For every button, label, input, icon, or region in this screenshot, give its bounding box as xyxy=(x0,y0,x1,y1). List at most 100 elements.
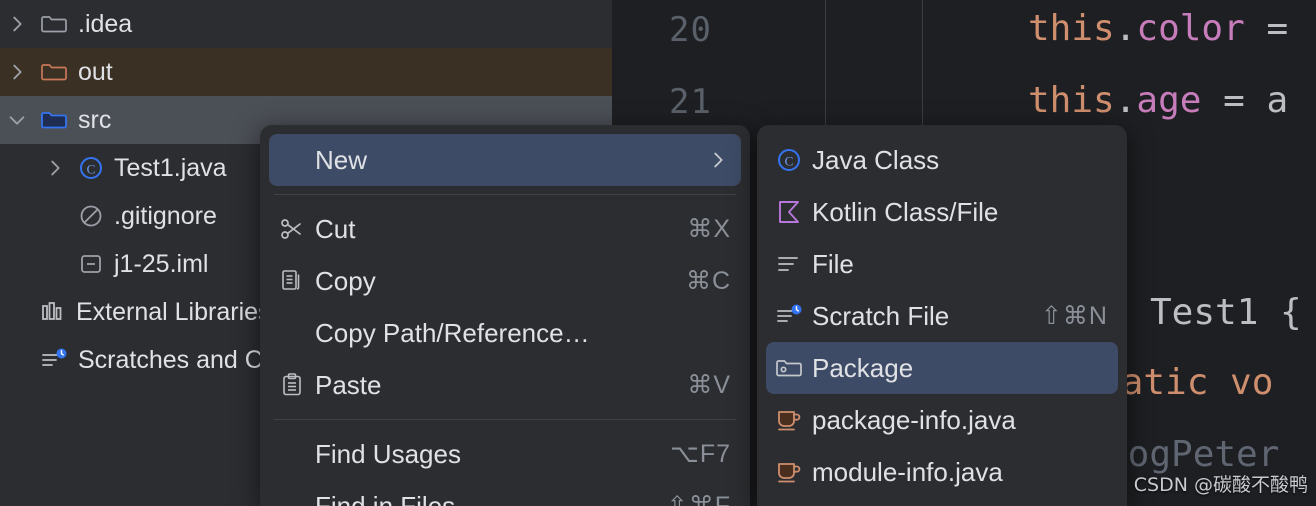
code-token: dogPeter xyxy=(1106,434,1280,475)
menu-item-kotlin-class-file[interactable]: Kotlin Class/File xyxy=(766,186,1118,238)
code-token: this xyxy=(1028,80,1115,121)
package-icon xyxy=(775,356,803,380)
java-class-icon: C xyxy=(78,155,104,181)
menu-item-shortcut: ⌘C xyxy=(685,267,731,295)
context-menu[interactable]: New Cut ⌘X Copy ⌘C Copy Path/Reference… Paste ⌘… xyxy=(260,125,750,506)
menu-item-shortcut: ⇧⌘F xyxy=(666,492,731,506)
folder-blue-icon xyxy=(40,108,68,132)
chevron-right-icon[interactable] xyxy=(44,157,66,179)
java-cup-icon-slot xyxy=(766,407,812,433)
menu-item-file[interactable]: File xyxy=(766,238,1118,290)
gitignore-icon xyxy=(78,203,104,229)
menu-item-find-usages[interactable]: Find Usages ⌥F7 xyxy=(269,428,741,480)
scratch-file-icon xyxy=(775,303,803,329)
clipboard-icon xyxy=(279,372,305,398)
tree-item-out[interactable]: out xyxy=(0,48,612,96)
menu-separator xyxy=(274,194,736,195)
menu-item-find-in-files[interactable]: Find in Files ⇧⌘F xyxy=(269,480,741,506)
copy-icon-slot xyxy=(269,268,315,294)
menu-item-package[interactable]: Package xyxy=(766,342,1118,394)
java-cup-icon-slot xyxy=(766,459,812,485)
svg-text:C: C xyxy=(785,154,794,169)
menu-item-label: Package xyxy=(812,352,914,383)
menu-item-new[interactable]: New xyxy=(269,134,741,186)
ide-window: 20 21 this.color = this.age = a Test1 {tat… xyxy=(0,0,1316,506)
code-token: . xyxy=(1114,8,1137,49)
menu-item-label: Scratch File xyxy=(812,300,950,331)
arrow-placeholder xyxy=(44,205,66,227)
chevron-down-icon[interactable] xyxy=(6,109,28,131)
menu-item-label: New xyxy=(315,144,368,175)
tree-item-label: External Libraries xyxy=(76,297,271,326)
menu-item-shortcut: ⌘X xyxy=(687,215,731,243)
scratch-file-icon-slot xyxy=(766,303,812,329)
svg-text:C: C xyxy=(87,162,96,177)
code-token: = xyxy=(1244,8,1289,49)
menu-item-label: Cut xyxy=(315,213,356,244)
submenu-arrow-icon[interactable] xyxy=(707,149,741,171)
new-submenu[interactable]: C Java Class Kotlin Class/File File Scratch … xyxy=(757,125,1127,506)
folder-orange-icon xyxy=(40,60,68,84)
menu-item-cut[interactable]: Cut ⌘X xyxy=(269,203,741,255)
code-token: . xyxy=(1114,80,1137,121)
menu-item-scratch-file[interactable]: Scratch File ⇧⌘N xyxy=(766,290,1118,342)
menu-item-label: File xyxy=(812,248,854,279)
menu-item-java-class[interactable]: C Java Class xyxy=(766,134,1118,186)
folder-gray-icon xyxy=(40,12,68,36)
menu-item-copy-path-reference[interactable]: Copy Path/Reference… xyxy=(269,307,741,359)
code-token: age xyxy=(1136,80,1202,121)
tree-item-label: Scratches and Co xyxy=(78,345,277,374)
scissors-icon-slot xyxy=(269,216,315,242)
code-line: this.color = xyxy=(1028,8,1288,49)
menu-item-paste[interactable]: Paste ⌘V xyxy=(269,359,741,411)
java-class-icon: C xyxy=(776,147,802,173)
menu-item-label: Find in Files xyxy=(315,490,456,506)
file-lines-icon xyxy=(775,251,803,277)
code-line: this.age = a xyxy=(1028,80,1288,121)
line-number: 20 xyxy=(669,10,712,50)
chevron-right-icon xyxy=(6,61,28,83)
file-lines-icon-slot xyxy=(766,251,812,277)
line-number: 21 xyxy=(669,82,712,122)
chevron-right-icon xyxy=(44,157,66,179)
menu-item-label: Java Class xyxy=(812,144,940,175)
java-class-icon-slot: C xyxy=(766,147,812,173)
tree-item-label: src xyxy=(78,105,112,134)
menu-item-module-info-java[interactable]: module-info.java xyxy=(766,446,1118,498)
package-icon-slot xyxy=(766,356,812,380)
scissors-icon xyxy=(279,216,305,242)
tree-item-label: j1-25.iml xyxy=(114,249,209,278)
menu-item-package-info-java[interactable]: package-info.java xyxy=(766,394,1118,446)
chevron-right-icon xyxy=(6,13,28,35)
chevron-right-icon[interactable] xyxy=(6,61,28,83)
copy-icon xyxy=(279,268,305,294)
menu-item-shortcut: ⇧⌘N xyxy=(1040,302,1108,330)
menu-item-shortcut: ⌘V xyxy=(687,371,731,399)
submenu-arrow-icon xyxy=(707,149,729,171)
code-token: color xyxy=(1136,8,1245,49)
kotlin-file-icon-slot xyxy=(766,199,812,225)
menu-item-label: module-info.java xyxy=(812,456,1003,487)
tree-item-idea[interactable]: .idea xyxy=(0,0,612,48)
tree-item-label: out xyxy=(78,57,113,86)
menu-item-label: Copy Path/Reference… xyxy=(315,317,590,348)
code-line: Test1 { xyxy=(1150,292,1302,333)
code-token: Test1 { xyxy=(1150,292,1302,333)
chevron-right-icon[interactable] xyxy=(6,13,28,35)
menu-item-copy[interactable]: Copy ⌘C xyxy=(269,255,741,307)
code-token: = a xyxy=(1201,80,1289,121)
arrow-placeholder xyxy=(44,253,66,275)
clipboard-icon-slot xyxy=(269,372,315,398)
menu-item-label: Copy xyxy=(315,265,376,296)
java-cup-icon xyxy=(775,407,803,433)
chevron-down-icon xyxy=(6,109,28,131)
scratches-icon xyxy=(40,347,68,373)
watermark: CSDN @碳酸不酸鸭 xyxy=(1133,474,1308,496)
kotlin-file-icon xyxy=(776,199,802,225)
menu-item-label: Kotlin Class/File xyxy=(812,196,999,227)
menu-item-shortcut: ⌥F7 xyxy=(670,440,731,468)
menu-separator xyxy=(274,419,736,420)
code-line: dogPeter xyxy=(1106,434,1279,475)
tree-item-label: .gitignore xyxy=(114,201,217,230)
arrow-placeholder xyxy=(6,301,28,323)
